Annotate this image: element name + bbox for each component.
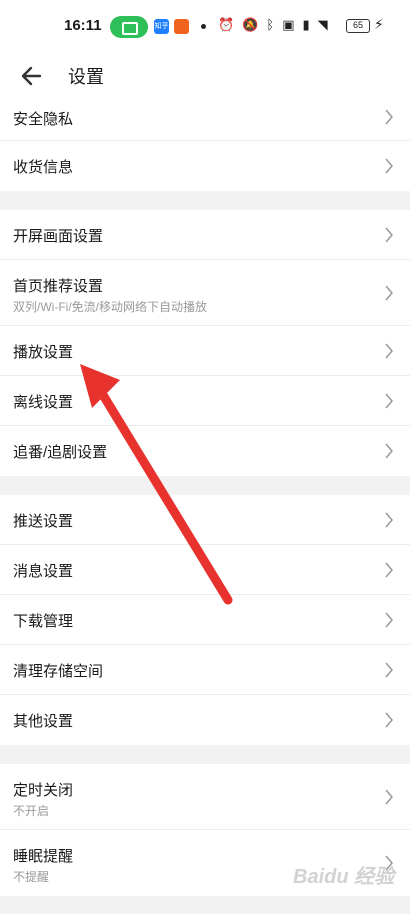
settings-item-offline[interactable]: 离线设置: [0, 376, 410, 426]
hd-icon: ▣: [282, 17, 295, 32]
alarm-icon: ⏰: [218, 17, 235, 32]
settings-item-push[interactable]: 推送设置: [0, 495, 410, 545]
charging-icon: ⚡: [374, 16, 384, 32]
chevron-right-icon: [385, 712, 393, 728]
settings-item-security-privacy[interactable]: 安全隐私: [0, 104, 410, 141]
chevron-right-icon: [385, 443, 393, 459]
settings-item-follow-series[interactable]: 追番/追剧设置: [0, 426, 410, 476]
settings-item-messages[interactable]: 消息设置: [0, 545, 410, 595]
section-general: 推送设置 消息设置 下载管理 清理存储空间 其他设置: [0, 495, 410, 745]
battery-icon: 65: [346, 19, 370, 33]
settings-item-clear-storage[interactable]: 清理存储空间: [0, 645, 410, 695]
section-playback: 开屏画面设置 首页推荐设置 双列/Wi-Fi/免流/移动网络下自动播放 播放设置…: [0, 210, 410, 476]
item-label: 睡眠提醒: [13, 848, 74, 865]
bluetooth-icon: ᛒ: [266, 17, 275, 32]
item-label: 离线设置: [13, 394, 74, 411]
settings-item-downloads[interactable]: 下载管理: [0, 595, 410, 645]
item-label: 首页推荐设置: [13, 278, 104, 295]
chevron-right-icon: [385, 227, 393, 243]
chevron-right-icon: [385, 285, 393, 301]
item-label: 播放设置: [13, 344, 74, 361]
settings-item-playback[interactable]: 播放设置: [0, 326, 410, 376]
chevron-right-icon: [385, 662, 393, 678]
chevron-right-icon: [385, 158, 393, 174]
app-notification-icon: [174, 19, 189, 34]
item-label: 消息设置: [13, 563, 74, 580]
mute-icon: 🔕: [242, 17, 259, 32]
wifi-icon: ◥: [317, 17, 328, 32]
item-label: 安全隐私: [13, 111, 74, 128]
signal-icon: ▮: [302, 17, 310, 32]
notification-dot-icon: [201, 24, 206, 29]
status-time: 16:11: [64, 17, 102, 34]
chevron-right-icon: [385, 109, 393, 125]
chevron-right-icon: [385, 512, 393, 528]
item-label: 清理存储空间: [13, 663, 104, 680]
item-label: 开屏画面设置: [13, 228, 104, 245]
chevron-right-icon: [385, 612, 393, 628]
item-label: 其他设置: [13, 713, 74, 730]
settings-item-home-recommend[interactable]: 首页推荐设置 双列/Wi-Fi/免流/移动网络下自动播放: [0, 260, 410, 326]
item-subtitle: 不开启: [13, 804, 50, 818]
settings-item-other[interactable]: 其他设置: [0, 695, 410, 745]
header: 设置: [0, 50, 410, 104]
status-icons: ⏰ 🔕 ᛒ ▣ ▮ ◥: [218, 17, 328, 33]
item-label: 收货信息: [13, 159, 74, 176]
settings-item-shipping-info[interactable]: 收货信息: [0, 141, 410, 191]
item-label: 追番/追剧设置: [13, 444, 108, 461]
back-arrow-icon[interactable]: [18, 62, 46, 90]
item-subtitle: 不提醒: [13, 870, 50, 884]
screen-cast-icon: [110, 16, 148, 38]
settings-item-sleep-timer[interactable]: 定时关闭 不开启: [0, 764, 410, 830]
item-subtitle: 双列/Wi-Fi/免流/移动网络下自动播放: [13, 300, 207, 314]
page-title: 设置: [68, 67, 104, 87]
item-label: 定时关闭: [13, 782, 74, 799]
settings-item-splash-screen[interactable]: 开屏画面设置: [0, 210, 410, 260]
section-account: 安全隐私 收货信息: [0, 104, 410, 191]
item-label: 下载管理: [13, 613, 74, 630]
item-label: 推送设置: [13, 513, 74, 530]
watermark-logo: Baidu 经验: [293, 866, 395, 888]
chevron-right-icon: [385, 789, 393, 805]
chevron-right-icon: [385, 343, 393, 359]
zhihu-app-icon: 知乎: [154, 19, 169, 34]
status-bar: 16:11 知乎 ⏰ 🔕 ᛒ ▣ ▮ ◥ 65 ⚡: [0, 0, 410, 50]
chevron-right-icon: [385, 562, 393, 578]
chevron-right-icon: [385, 393, 393, 409]
